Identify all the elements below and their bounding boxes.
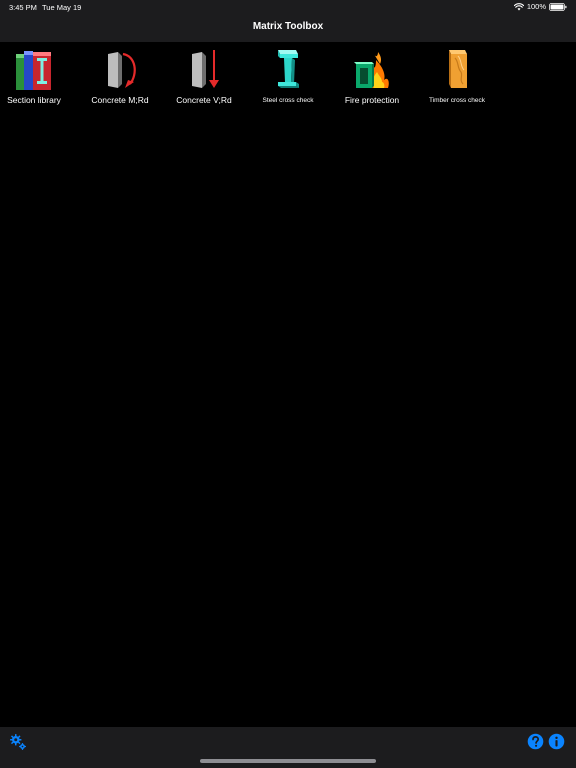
bottom-toolbar bbox=[0, 727, 576, 768]
tool-label: Section library bbox=[7, 95, 61, 105]
tool-label: Steel cross check bbox=[262, 97, 314, 104]
tool-label: Concrete V;Rd bbox=[176, 95, 232, 105]
info-icon[interactable] bbox=[548, 733, 565, 750]
tool-grid: Section library Concrete M;Rd Concrete V… bbox=[0, 44, 576, 114]
status-bar: 3:45 PM Tue May 19 100% bbox=[0, 0, 576, 14]
help-icon[interactable] bbox=[527, 733, 544, 750]
concrete-shear-icon bbox=[192, 50, 219, 88]
battery-percent: 100% bbox=[526, 2, 546, 11]
top-bar: 3:45 PM Tue May 19 100% Matrix Toolbox bbox=[0, 0, 576, 42]
wifi-icon bbox=[513, 2, 524, 10]
page-title: Matrix Toolbox bbox=[252, 21, 324, 32]
fire-icon bbox=[354, 52, 389, 88]
tool-timber-cross-check[interactable]: Timber cross check bbox=[415, 44, 499, 110]
tool-label: Fire protection bbox=[344, 95, 400, 105]
tool-fire-protection[interactable]: Fire protection bbox=[330, 44, 414, 110]
books-icon bbox=[16, 51, 51, 90]
tool-concrete-vrd[interactable]: Concrete V;Rd bbox=[162, 44, 246, 110]
status-time: 3:45 PM bbox=[9, 3, 37, 12]
tool-steel-cross-check[interactable]: Steel cross check bbox=[246, 44, 330, 110]
status-indicators: 100% bbox=[513, 2, 567, 11]
tool-concrete-mrd[interactable]: Concrete M;Rd bbox=[78, 44, 162, 110]
home-indicator[interactable] bbox=[200, 759, 376, 763]
tool-label: Timber cross check bbox=[428, 97, 486, 104]
concrete-moment-icon bbox=[108, 52, 136, 88]
gear-icon[interactable] bbox=[9, 733, 27, 751]
tool-section-library[interactable]: Section library bbox=[0, 44, 76, 110]
tool-label: Concrete M;Rd bbox=[91, 95, 149, 105]
timber-block-icon bbox=[449, 50, 467, 88]
steel-beam-icon bbox=[278, 50, 299, 88]
status-date: Tue May 19 bbox=[42, 3, 82, 12]
battery-icon bbox=[549, 2, 567, 11]
